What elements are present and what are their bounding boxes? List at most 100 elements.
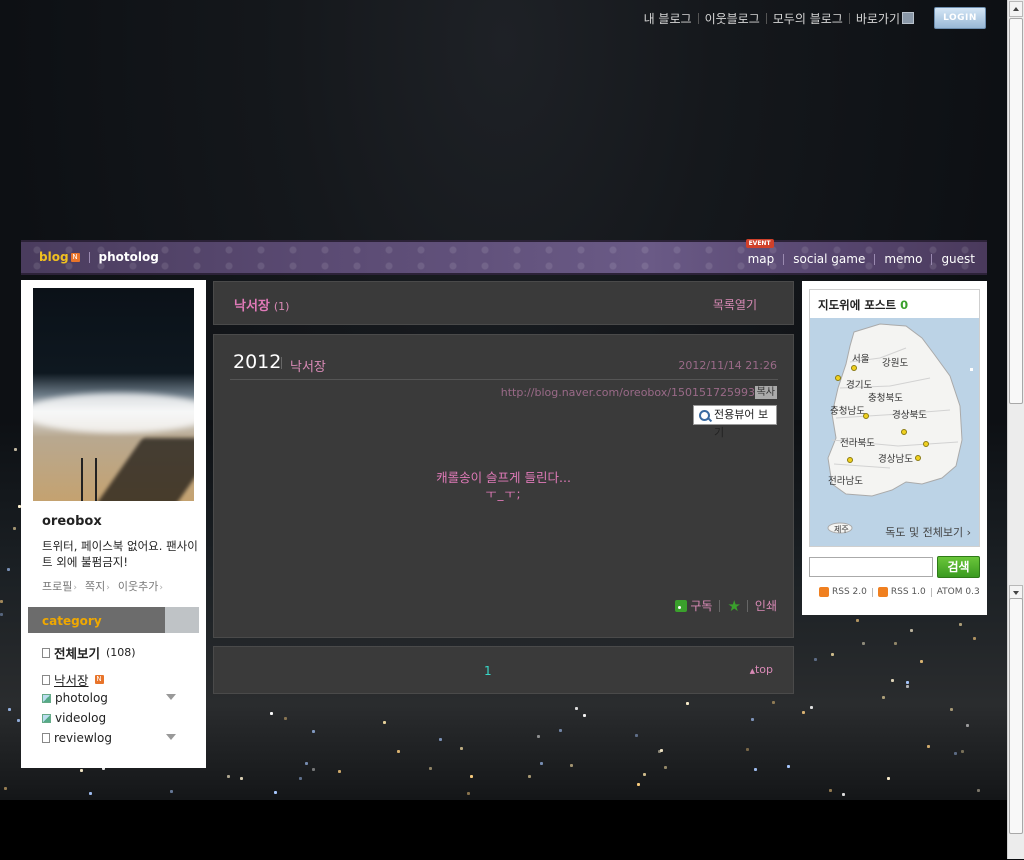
add-neighbor-link[interactable]: 이웃추가› — [118, 578, 163, 594]
photo-tripod — [81, 458, 97, 501]
map-view-all-link[interactable]: 독도 및 전체보기 › — [885, 524, 971, 540]
category-all-label: 전체보기 — [54, 646, 101, 661]
category-item-scribble[interactable]: 낙서장 N — [42, 670, 104, 689]
city-light — [539, 761, 543, 765]
category-header-label: category — [42, 614, 102, 628]
city-light — [663, 766, 667, 770]
korea-map[interactable]: 서울 강원도 경기도 충청북도 충청남도 경상북도 전라북도 경상남도 전라남도… — [810, 318, 979, 546]
menu-right: EVENT map social game memo guest — [745, 239, 975, 266]
rss-icon — [675, 599, 688, 612]
post-divider — [230, 379, 778, 380]
city-light — [396, 750, 400, 754]
search-input[interactable] — [809, 557, 933, 577]
map-region-label[interactable]: 충청북도 — [868, 390, 903, 404]
map-region-label[interactable]: 경상남도 — [878, 451, 913, 465]
profile-name: oreobox — [42, 514, 102, 529]
category-item-all[interactable]: 전체보기 (108) — [42, 643, 136, 662]
menu-guest-link[interactable]: guest — [941, 252, 975, 266]
city-light — [528, 774, 532, 778]
city-light — [3, 787, 7, 791]
category-scribble-label: 낙서장 — [54, 673, 89, 688]
map-region-label[interactable]: 경상북도 — [892, 407, 927, 421]
document-icon — [42, 674, 50, 685]
page-number-link[interactable]: 1 — [484, 664, 492, 678]
pager-panel: 1 ▲top — [213, 646, 794, 694]
map-region-label[interactable]: 전라북도 — [840, 435, 875, 449]
document-icon — [42, 733, 50, 743]
city-light — [972, 637, 976, 640]
post-body-line: ㅜ_ㅜ; — [485, 487, 522, 501]
profile-photo[interactable] — [33, 288, 194, 501]
map-region-label[interactable]: 제주 — [834, 524, 849, 535]
menu-social-game-link[interactable]: social game — [793, 252, 865, 266]
chevron-right-icon: › — [159, 583, 163, 593]
map-title-label: 지도위에 포스트 — [818, 298, 897, 312]
chevron-down-icon[interactable] — [166, 734, 176, 740]
copy-url-button[interactable]: 복사 — [754, 386, 777, 399]
search-button[interactable]: 검색 — [937, 556, 980, 578]
category-item-reviewlog[interactable]: reviewlog — [42, 731, 112, 745]
menu-memo-link[interactable]: memo — [884, 252, 922, 266]
top-link[interactable]: ▲top — [750, 663, 773, 676]
new-badge: N — [70, 252, 80, 262]
city-light — [750, 717, 754, 721]
atom-link[interactable]: ATOM 0.3 — [937, 587, 980, 597]
my-blog-link[interactable]: 내 블로그 — [638, 10, 698, 27]
util-nav: 내 블로그 이웃블로그 모두의 블로그 바로가기 LOGIN — [638, 7, 986, 29]
message-link[interactable]: 쪽지› — [85, 578, 110, 594]
star-icon[interactable]: ★ — [727, 598, 740, 613]
event-badge: EVENT — [745, 239, 774, 248]
city-light — [954, 751, 958, 755]
top-link-label: top — [754, 663, 773, 676]
divider — [783, 253, 785, 265]
post-url-link[interactable]: http://blog.naver.com/oreobox/1501517259… — [501, 386, 755, 399]
city-light — [894, 641, 898, 645]
category-item-photolog[interactable]: photolog — [42, 691, 108, 705]
profile-link[interactable]: 프로필› — [42, 578, 77, 594]
post-body-line: 캐롤송이 슬프게 들린다... — [436, 470, 571, 485]
city-light — [438, 737, 442, 741]
everyone-blog-link[interactable]: 모두의 블로그 — [767, 10, 849, 27]
left-sidebar: oreobox 트위터, 페이스북 없어요. 팬사이트 외에 불펌금지! 프로필… — [21, 280, 206, 768]
rss2-link[interactable]: RSS 2.0 — [832, 587, 867, 597]
menu-blog-link[interactable]: blog — [39, 250, 69, 264]
rss1-link[interactable]: RSS 1.0 — [891, 587, 926, 597]
image-icon — [42, 713, 51, 723]
chevron-down-icon[interactable] — [166, 694, 176, 700]
neighbor-blog-link[interactable]: 이웃블로그 — [699, 10, 766, 27]
scrollbar[interactable] — [1007, 0, 1024, 859]
city-light — [311, 767, 315, 771]
feed-links: RSS 2.0 RSS 1.0 ATOM 0.3 — [819, 587, 980, 597]
login-button[interactable]: LOGIN — [934, 7, 986, 29]
viewer-button[interactable]: 전용뷰어 보기 — [693, 405, 777, 439]
category-item-videolog[interactable]: videolog — [42, 711, 106, 725]
menu-photolog-link[interactable]: photolog — [99, 250, 159, 264]
subscribe-link[interactable]: 구독 — [690, 597, 712, 614]
scroll-up-arrow[interactable] — [1009, 1, 1023, 17]
scroll-thumb[interactable] — [1009, 18, 1023, 404]
post-category-link[interactable]: 낙서장 — [290, 356, 326, 375]
map-region-label[interactable]: 경기도 — [846, 377, 872, 391]
map-region-label[interactable]: 전라남도 — [828, 473, 863, 487]
map-region-label[interactable]: 강원도 — [882, 355, 908, 369]
map-widget-title: 지도위에 포스트 0 — [818, 297, 908, 313]
city-light — [787, 764, 791, 768]
divider — [930, 587, 932, 597]
shortcut-dropdown[interactable]: 바로가기 — [850, 10, 920, 27]
city-light — [965, 723, 969, 727]
post-list-bar: 낙서장 (1) 목록열기 — [213, 281, 794, 325]
menu-map-link[interactable]: EVENT map — [745, 239, 774, 266]
city-light — [906, 680, 910, 684]
new-badge: N — [94, 675, 104, 684]
open-list-link[interactable]: 목록열기 — [713, 296, 757, 313]
scroll-thumb[interactable] — [1009, 598, 1023, 834]
rss-icon — [819, 587, 829, 597]
print-link[interactable]: 인쇄 — [755, 597, 777, 614]
category-all-count: (108) — [106, 646, 136, 659]
city-light — [89, 791, 93, 795]
map-region-label[interactable]: 충청남도 — [830, 403, 865, 417]
chevron-right-icon: › — [106, 583, 110, 593]
dropdown-check-icon — [902, 11, 914, 24]
divider — [874, 253, 876, 265]
map-region-label[interactable]: 서울 — [852, 351, 869, 365]
